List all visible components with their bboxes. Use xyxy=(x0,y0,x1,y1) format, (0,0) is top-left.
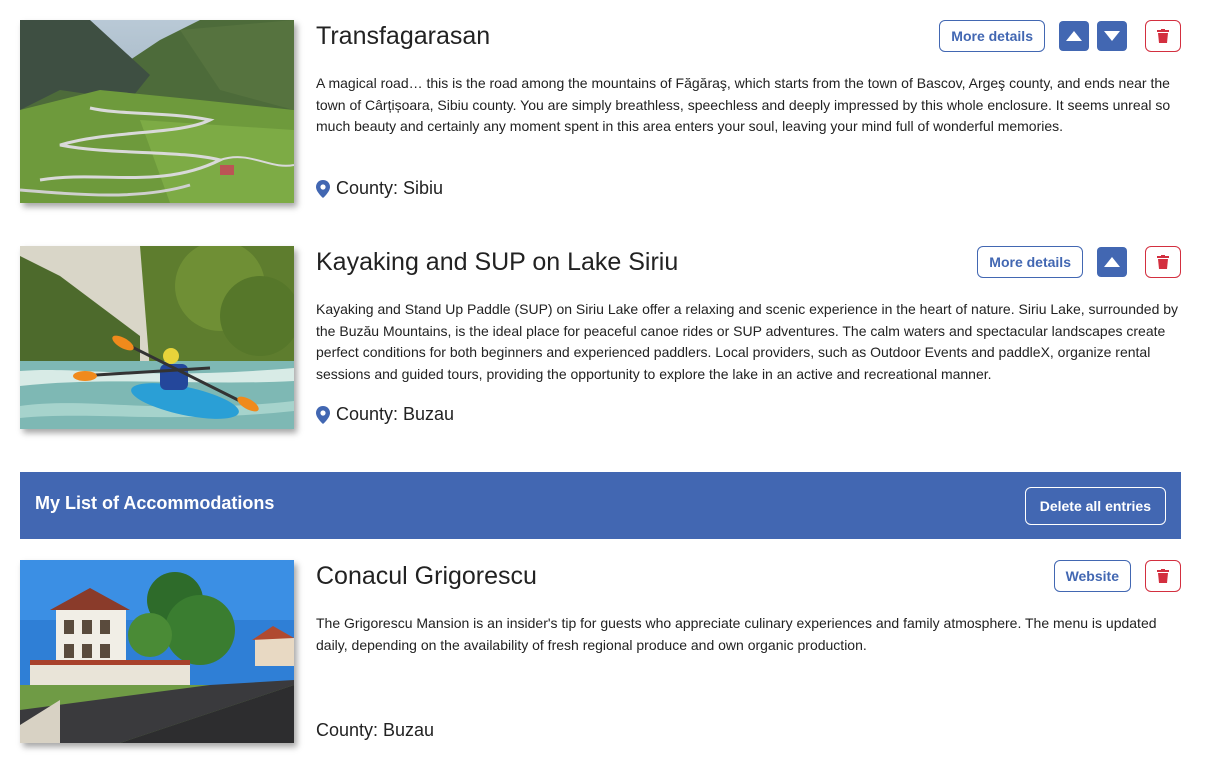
more-details-button[interactable]: More details xyxy=(977,246,1083,278)
county-label: County: Buzau xyxy=(316,720,435,740)
map-pin-icon xyxy=(316,179,330,198)
attraction-card: Kayaking and SUP on Lake Siriu More deta… xyxy=(20,246,1181,429)
accommodations-header: My List of Accommodations Delete all ent… xyxy=(20,472,1181,539)
more-details-button[interactable]: More details xyxy=(939,20,1045,52)
accommodation-actions: Website xyxy=(1053,560,1181,592)
attraction-actions: More details xyxy=(939,20,1181,52)
move-up-button[interactable] xyxy=(1059,21,1089,51)
attraction-title: Transfagarasan xyxy=(316,22,491,50)
attraction-title: Kayaking and SUP on Lake Siriu xyxy=(316,248,679,276)
delete-button[interactable] xyxy=(1145,560,1181,592)
trash-icon xyxy=(1157,569,1169,583)
arrow-up-icon xyxy=(1104,257,1120,267)
accommodation-card: Conacul Grigorescu Website The Grigoresc… xyxy=(20,560,1181,743)
delete-all-button[interactable]: Delete all entries xyxy=(1024,487,1166,525)
attraction-county: County: Buzau xyxy=(316,404,454,425)
accommodation-county: County: Buzau xyxy=(316,720,434,741)
attraction-card: Transfagarasan More details A magical ro… xyxy=(20,20,1181,203)
county-label: County: Buzau xyxy=(336,404,455,424)
move-down-button[interactable] xyxy=(1097,21,1127,51)
trash-icon xyxy=(1157,255,1169,269)
attraction-description: A magical road… this is the road among t… xyxy=(316,75,1171,134)
trash-icon xyxy=(1157,29,1169,43)
delete-button[interactable] xyxy=(1145,20,1181,52)
attraction-description: Kayaking and Stand Up Paddle (SUP) on Si… xyxy=(316,301,1179,382)
attraction-actions: More details xyxy=(977,246,1181,278)
accommodation-description: The Grigorescu Mansion is an insider's t… xyxy=(316,615,1157,653)
map-pin-icon xyxy=(316,405,330,424)
section-title: My List of Accommodations xyxy=(35,493,275,513)
county-label: County: Sibiu xyxy=(336,178,444,198)
attraction-photo-kayak xyxy=(20,246,294,429)
attraction-county: County: Sibiu xyxy=(316,178,443,199)
delete-button[interactable] xyxy=(1145,246,1181,278)
arrow-up-icon xyxy=(1066,31,1082,41)
accommodation-title: Conacul Grigorescu xyxy=(316,562,537,590)
accommodation-photo-mansion xyxy=(20,560,294,743)
arrow-down-icon xyxy=(1104,31,1120,41)
website-button[interactable]: Website xyxy=(1053,560,1131,592)
move-up-button[interactable] xyxy=(1097,247,1127,277)
attraction-photo-mountain-road xyxy=(20,20,294,203)
